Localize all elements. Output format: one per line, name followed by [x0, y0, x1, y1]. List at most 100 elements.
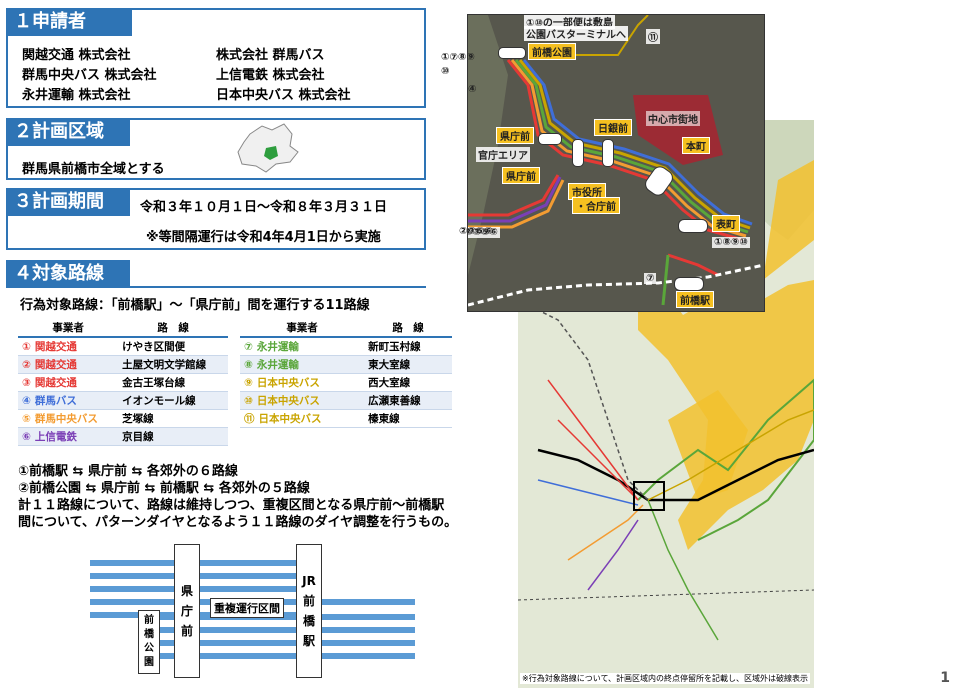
zoom-map-graphic: [468, 15, 764, 311]
route-name: 金古王塚台線: [118, 373, 228, 392]
route-row: ⑩ 日本中央バス 広瀬東善線: [240, 391, 452, 410]
maebashi-park-box: 前 橋 公 園: [138, 610, 160, 674]
col-route: 路 線: [118, 318, 228, 338]
section4-rule: [6, 286, 426, 288]
route-numbers: ⑩: [441, 66, 450, 77]
route-name: 新町玉村線: [364, 337, 452, 356]
station-char: 前: [302, 594, 315, 608]
route-operator: ② 関越交通: [18, 355, 119, 374]
col-operator: 事業者: [18, 318, 119, 338]
route-row: ⑨ 日本中央バス 西大室線: [240, 373, 452, 392]
route-name: 京目線: [118, 427, 228, 446]
route-number: ⑨: [244, 377, 253, 389]
route-numbers: ②③⑤⑥: [459, 226, 493, 237]
page-number: 1: [940, 670, 950, 686]
label-kancho-area: 官庁エリア: [476, 147, 530, 162]
label-honmachi: 本町: [682, 137, 710, 154]
overlap-label: 重複運行区間: [210, 598, 284, 618]
route-operator: ⑪ 日本中央バス: [240, 409, 365, 428]
route-table-left: 事業者 路 線 ① 関越交通 けやき区間便 ② 関越交通 土屋文明文学館線 ③ 関越交通 金古王…: [18, 318, 228, 446]
route-numbers: ⑪: [646, 29, 660, 44]
zoom-map: ①⑩の一部便は敷島 公園バスターミナルへ 前橋公園 県庁前 官庁エリア 県庁前 …: [467, 14, 765, 312]
applicant: 群馬中央バス 株式会社: [22, 68, 157, 83]
kenchomae-char: 庁: [180, 604, 193, 618]
label-chushin: 中心市街地: [646, 111, 700, 126]
route-operator: ⑥ 上信電鉄: [18, 427, 119, 446]
label-nichigin: 日銀前: [594, 119, 632, 136]
label-maebashi-station: 前橋駅: [676, 291, 714, 308]
route-operator: ④ 群馬バス: [18, 391, 119, 410]
stop-marker: [538, 133, 562, 145]
route-number: ⑪: [244, 413, 255, 425]
route-row: ⑧ 永井運輸 東大室線: [240, 355, 452, 374]
route-number: ②: [22, 359, 31, 371]
route-numbers: ①⑧⑨⑩: [712, 237, 750, 248]
route-operator: ⑩ 日本中央バス: [240, 391, 365, 410]
park-char: 公: [144, 643, 154, 654]
route-row: ③ 関越交通 金古王塚台線: [18, 373, 228, 392]
park-char: 前: [144, 615, 154, 626]
operator-name: 永井運輸: [256, 359, 299, 371]
route-row: ⑤ 群馬中央バス 芝塚線: [18, 409, 228, 428]
station-char: 橋: [302, 614, 315, 628]
section-area: ２計画区域 群馬県前橋市全域とする: [6, 118, 426, 180]
route-number: ⑩: [244, 395, 253, 407]
route-numbers: ④: [468, 84, 477, 95]
stop-marker: [602, 139, 614, 167]
routes-subtitle: 行為対象路線：「前橋駅」～「県庁前」間を運行する11路線: [20, 298, 370, 313]
applicant: 株式会社 群馬バス: [216, 48, 325, 63]
maebashi-station-box: JR 前 橋 駅: [296, 544, 322, 678]
section-title: １申請者: [6, 8, 132, 36]
route-name: 芝塚線: [118, 409, 228, 428]
route-number: ③: [22, 377, 31, 389]
operator-name: 群馬バス: [34, 395, 77, 407]
label-maebashi-park: 前橋公園: [528, 43, 576, 60]
route-row: ⑥ 上信電鉄 京目線: [18, 427, 228, 446]
park-char: 園: [144, 657, 154, 668]
period-text: 令和３年１０月１日～令和８年３月３１日: [140, 200, 388, 215]
route-name: 榛東線: [364, 409, 452, 428]
operator-name: 関越交通: [34, 377, 77, 389]
route-operator: ⑧ 永井運輸: [240, 355, 365, 374]
applicant: 日本中央バス 株式会社: [216, 88, 351, 103]
label-kenchomae: 県庁前: [502, 167, 540, 184]
operator-name: 日本中央バス: [258, 413, 322, 425]
station-char: 駅: [302, 634, 315, 648]
section-applicants: １申請者 関越交通 株式会社 株式会社 群馬バス 群馬中央バス 株式会社 上信電…: [6, 8, 426, 108]
period-note: ※等間隔運行は令和4年4月1日から実施: [146, 230, 381, 245]
route-operator: ① 関越交通: [18, 337, 119, 356]
route-table-right: 事業者 路 線 ⑦ 永井運輸 新町玉村線 ⑧ 永井運輸 東大室線 ⑨ 日本中央バス 西大室線 ⑩ 日…: [240, 318, 452, 428]
col-operator: 事業者: [240, 318, 365, 338]
station-char: JR: [302, 574, 316, 588]
kenchomae-char: 前: [180, 624, 193, 638]
stop-marker: [572, 139, 584, 167]
route-name: 西大室線: [364, 373, 452, 392]
route-operator: ⑤ 群馬中央バス: [18, 409, 119, 428]
zoom-note: 公園バスターミナルへ: [524, 26, 628, 41]
label-gocho: ・合庁前: [572, 197, 620, 214]
route-name: 土屋文明文学館線: [118, 355, 228, 374]
section-title: ３計画期間: [6, 188, 130, 216]
route-name: 広瀬東善線: [364, 391, 452, 410]
route-name: イオンモール線: [118, 391, 228, 410]
map-footnote: ※行為対象路線について、計画区域内の終点停留所を記載し、区域外は破線表示: [520, 673, 811, 684]
route-operator: ③ 関越交通: [18, 373, 119, 392]
section-title: ２計画区域: [6, 118, 130, 146]
gunma-map-icon: [237, 123, 299, 173]
route-numbers: ⑦: [644, 273, 657, 284]
route-number: ⑥: [22, 431, 31, 443]
operator-name: 関越交通: [34, 359, 77, 371]
route-numbers: ①⑦⑧⑨: [441, 52, 475, 63]
route-number: ⑧: [244, 359, 253, 371]
kenchomae-box: 県 庁 前: [174, 544, 200, 678]
kenchomae-char: 県: [180, 584, 193, 598]
route-number: ⑦: [244, 341, 253, 353]
stop-marker: [498, 47, 526, 59]
applicant: 永井運輸 株式会社: [22, 88, 131, 103]
route-name: 東大室線: [364, 355, 452, 374]
operator-name: 永井運輸: [256, 341, 299, 353]
route-desc: 間について、パターンダイヤとなるよう１１路線のダイヤ調整を行うもの。: [18, 515, 458, 530]
area-text: 群馬県前橋市全域とする: [22, 162, 165, 177]
operator-name: 日本中央バス: [256, 395, 320, 407]
route-number: ⑤: [22, 413, 31, 425]
